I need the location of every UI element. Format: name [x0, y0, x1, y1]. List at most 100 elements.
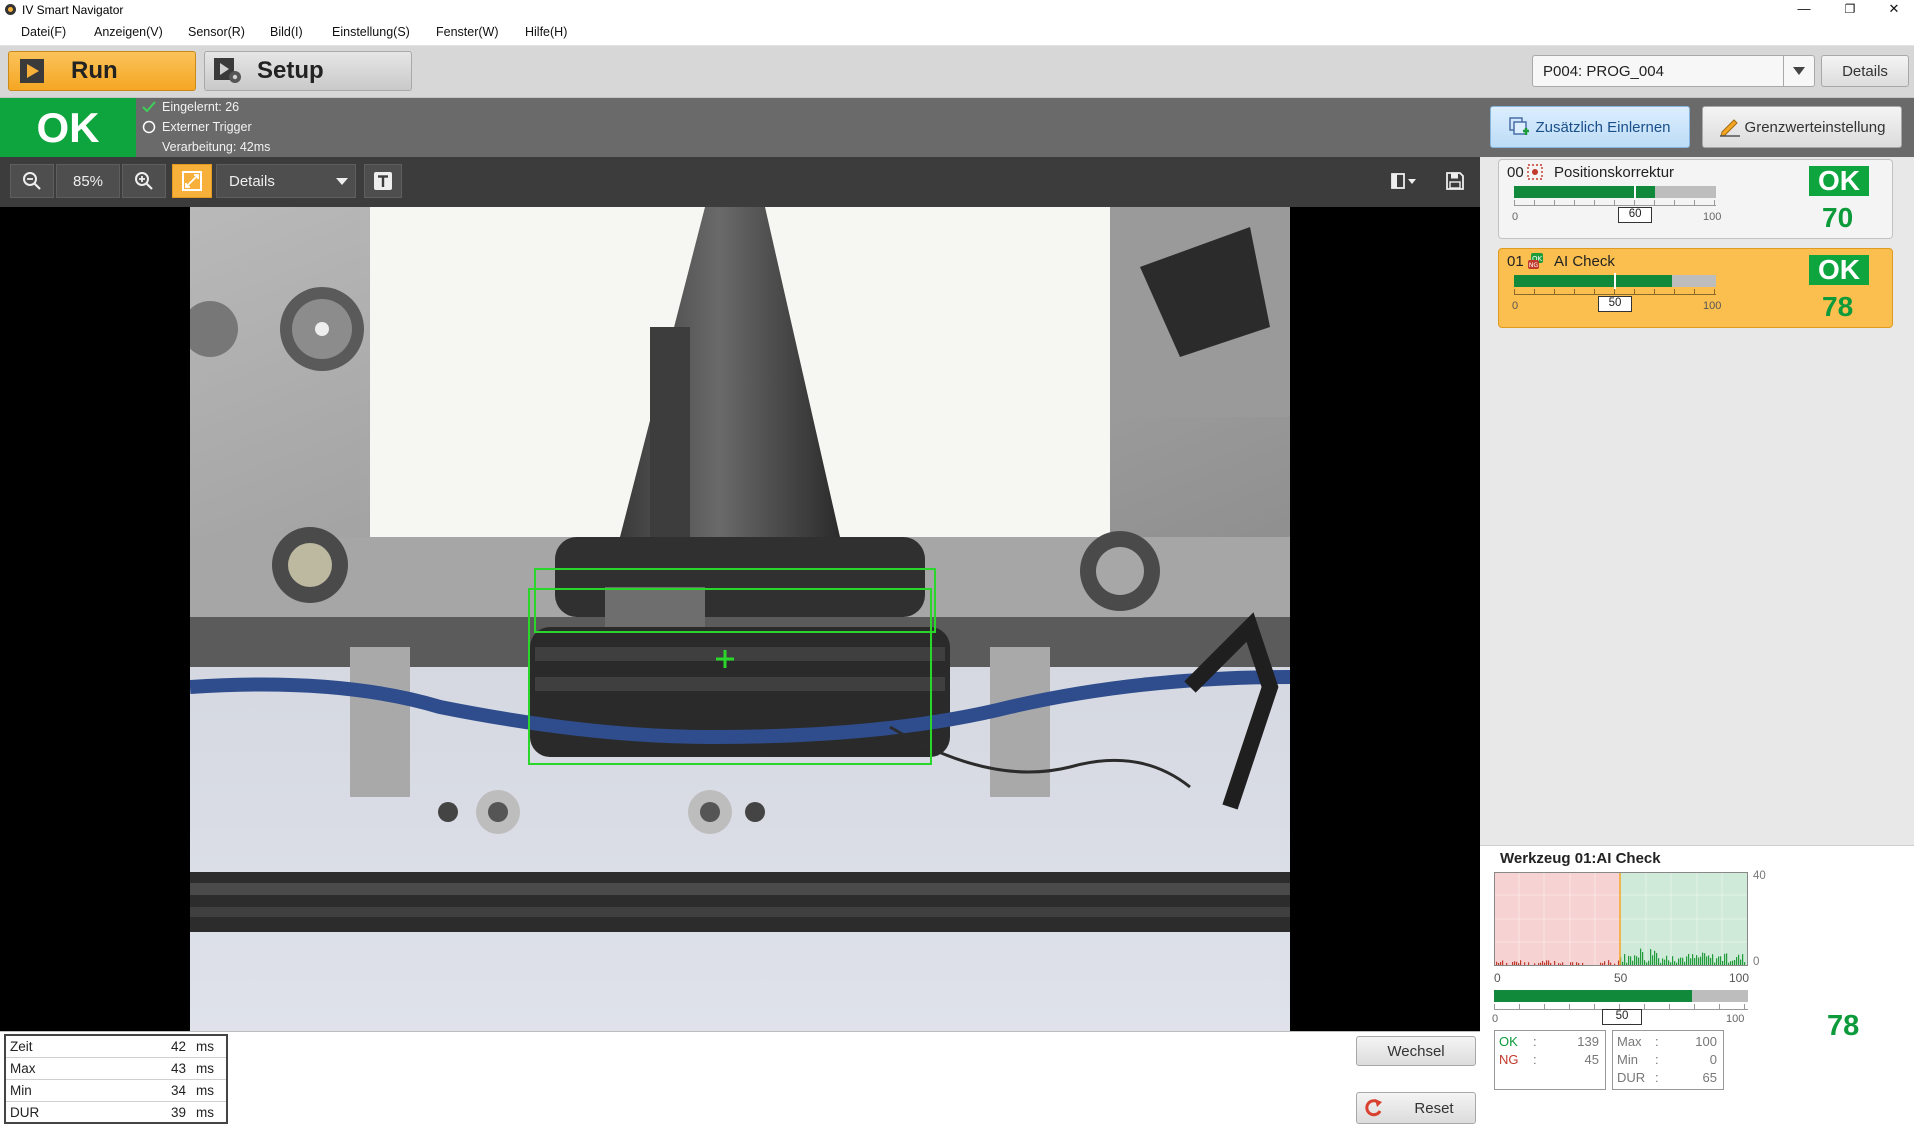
- histogram-bar: [1710, 957, 1712, 965]
- text-overlay-button[interactable]: [364, 164, 402, 198]
- position-correction-icon: [1527, 164, 1543, 180]
- add-learn-button[interactable]: Zusätzlich Einlernen: [1490, 106, 1690, 148]
- menu-sensor[interactable]: Sensor(R): [188, 25, 245, 39]
- histogram-bar: [1496, 961, 1498, 965]
- histogram-bar: [1538, 963, 1540, 965]
- svg-text:NG: NG: [1529, 262, 1538, 269]
- score-bar: [1494, 990, 1748, 1002]
- histogram-bar: [1544, 962, 1546, 965]
- threshold-marker: [1614, 273, 1616, 289]
- histogram-bar: [1714, 962, 1716, 965]
- histogram-bar: [1718, 956, 1720, 965]
- overall-result-badge: OK: [0, 98, 136, 157]
- histogram-bar: [1724, 953, 1726, 965]
- run-label: Run: [71, 57, 118, 84]
- histogram-bar: [1514, 961, 1516, 965]
- scale-max: 100: [1726, 1013, 1745, 1025]
- reset-icon: [1365, 1099, 1382, 1117]
- histogram-bar: [1614, 963, 1616, 965]
- menu-window[interactable]: Fenster(W): [436, 25, 499, 39]
- histogram-bar: [1742, 954, 1744, 965]
- reset-button[interactable]: Reset: [1356, 1092, 1476, 1124]
- setup-button[interactable]: Setup: [204, 51, 412, 91]
- minimize-button[interactable]: —: [1784, 0, 1824, 20]
- text-icon: [374, 172, 392, 190]
- histogram-bar: [1738, 954, 1740, 965]
- threshold-value[interactable]: 50: [1598, 296, 1632, 312]
- histogram-bar: [1500, 961, 1502, 965]
- camera-view[interactable]: [0, 207, 1480, 1031]
- menu-view[interactable]: Anzeigen(V): [94, 25, 163, 39]
- histogram-bar: [1628, 955, 1630, 965]
- histogram-bar: [1668, 960, 1670, 965]
- zoom-in-button[interactable]: [122, 164, 166, 198]
- histogram-panel: Werkzeug 01:AI Check 40 0 0 50 100 0 100…: [1480, 845, 1914, 1127]
- tool-score: 70: [1822, 202, 1854, 233]
- threshold-value[interactable]: 60: [1618, 207, 1653, 223]
- histogram-bar: [1654, 950, 1656, 965]
- fit-icon: [182, 171, 202, 191]
- histogram-bar: [1732, 960, 1734, 965]
- histogram-bar: [1632, 960, 1634, 965]
- histogram-bar: [1704, 953, 1706, 965]
- min-label: Min: [1617, 1052, 1638, 1067]
- histogram-bar: [1678, 958, 1680, 965]
- histogram-bar: [1730, 961, 1732, 965]
- menu-file[interactable]: Datei(F): [21, 25, 66, 39]
- histogram-bar: [1722, 960, 1724, 965]
- zoom-out-button[interactable]: [10, 164, 54, 198]
- histogram-bar: [1744, 962, 1746, 965]
- histogram-bar: [1696, 955, 1698, 965]
- processing-time: Verarbeitung: 42ms: [162, 140, 271, 154]
- histogram-bar: [1666, 955, 1668, 965]
- dur-label: DUR: [1617, 1070, 1646, 1085]
- program-value: P004: PROG_004: [1543, 63, 1664, 80]
- menu-help[interactable]: Hilfe(H): [525, 25, 567, 39]
- threshold-settings-label: Grenzwerteinstellung: [1744, 118, 1886, 136]
- ng-label: NG: [1499, 1052, 1519, 1067]
- run-button[interactable]: Run: [8, 51, 196, 91]
- fit-to-window-button[interactable]: [172, 164, 212, 198]
- scale-min: 0: [1512, 300, 1519, 312]
- histogram-bar: [1602, 963, 1604, 965]
- histogram-bar: [1622, 961, 1624, 965]
- ng-count: 45: [1584, 1052, 1599, 1067]
- x-tick-100: 100: [1729, 971, 1750, 985]
- layout-menu-button[interactable]: [1384, 164, 1424, 198]
- table-row: Max 43 ms: [6, 1058, 226, 1080]
- restore-button[interactable]: ❐: [1830, 0, 1870, 20]
- close-button[interactable]: ✕: [1874, 0, 1914, 20]
- histogram-bar: [1548, 960, 1550, 965]
- threshold-value[interactable]: 50: [1602, 1009, 1642, 1025]
- program-select[interactable]: P004: PROG_004: [1532, 55, 1815, 87]
- histogram-bar: [1694, 958, 1696, 965]
- scale-ticks: [1514, 289, 1716, 295]
- histogram-bar: [1610, 962, 1612, 965]
- display-mode-select[interactable]: Details: [216, 164, 356, 198]
- histogram-bar: [1582, 962, 1584, 965]
- details-button[interactable]: Details: [1821, 55, 1909, 87]
- histogram-bar: [1640, 948, 1642, 965]
- histogram-bar: [1550, 963, 1552, 965]
- histogram-bar: [1716, 958, 1718, 965]
- tool-number: 01: [1507, 253, 1524, 270]
- tool-name: AI Check: [1554, 253, 1615, 270]
- menu-image[interactable]: Bild(I): [270, 25, 303, 39]
- histogram-bar: [1700, 956, 1702, 965]
- menu-settings[interactable]: Einstellung(S): [332, 25, 410, 39]
- histogram-bar: [1740, 959, 1742, 965]
- y-axis-max: 40: [1753, 870, 1766, 882]
- ok-label: OK: [1499, 1034, 1518, 1049]
- ai-check-icon: OKNG: [1528, 253, 1543, 269]
- wechsel-button[interactable]: Wechsel: [1356, 1036, 1476, 1066]
- tool-card-00[interactable]: 00 Positionskorrektur 0 100 60 OK 70: [1498, 159, 1893, 239]
- trigger-radio-icon: [142, 120, 156, 134]
- histogram-bar: [1672, 956, 1674, 965]
- x-tick-50: 50: [1614, 971, 1628, 985]
- save-image-button[interactable]: [1436, 164, 1474, 198]
- threshold-settings-button[interactable]: Grenzwerteinstellung: [1702, 106, 1902, 148]
- scale-max: 100: [1703, 211, 1722, 223]
- histogram-bar: [1706, 956, 1708, 965]
- tool-card-01[interactable]: 01 OK NG AI Check 0 100 50 OK 78: [1498, 248, 1893, 328]
- histogram-bar: [1652, 955, 1654, 965]
